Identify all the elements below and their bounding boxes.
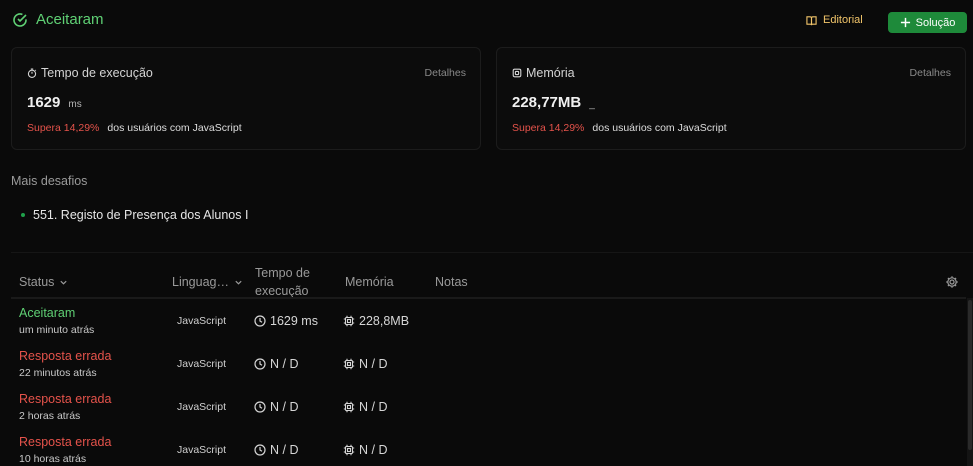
table-row[interactable]: Resposta errada 10 horas atrás JavaScrip… <box>11 428 966 466</box>
cpu-icon <box>343 444 355 456</box>
clock-icon <box>254 358 266 370</box>
row-time-ago: 2 horas atrás <box>19 410 81 422</box>
challenge-link[interactable]: 551. Registo de Presença dos Alunos I <box>21 208 248 222</box>
row-status[interactable]: Resposta errada <box>19 349 111 363</box>
chevron-down-icon <box>235 280 242 285</box>
row-status[interactable]: Resposta errada <box>19 435 111 449</box>
table-row[interactable]: Resposta errada 2 horas atrás JavaScript… <box>11 385 966 428</box>
table-row[interactable]: Aceitaram um minuto atrás JavaScript 162… <box>11 299 966 342</box>
column-header-runtime: Tempo de execução <box>255 264 310 300</box>
column-header-status[interactable]: Status <box>19 275 68 289</box>
memory-unit: _ <box>589 99 595 110</box>
row-language: JavaScript <box>177 401 227 413</box>
memory-beats-text: dos usuários com JavaScript <box>592 122 727 134</box>
editorial-label: Editorial <box>823 14 863 26</box>
clock-icon <box>254 444 266 456</box>
memory-card: Memória Detalhes 228,77MB _ Supera 14,29… <box>496 47 966 150</box>
row-memory: N / D <box>343 357 387 371</box>
row-runtime-value: N / D <box>270 357 299 371</box>
solution-button[interactable]: Solução <box>888 12 967 33</box>
row-memory-value: 228,8MB <box>359 314 410 328</box>
column-header-runtime-line1: Tempo de <box>255 266 310 280</box>
row-runtime: N / D <box>254 443 298 457</box>
table-row[interactable]: Resposta errada 22 minutos atrás JavaScr… <box>11 342 966 385</box>
bullet-dot <box>21 213 25 217</box>
row-memory-value: N / D <box>359 443 388 457</box>
chip-icon <box>512 68 522 78</box>
check-circle-icon <box>13 12 27 27</box>
column-header-status-label: Status <box>19 275 55 289</box>
row-language: JavaScript <box>177 444 227 456</box>
memory-details-link[interactable]: Detalhes <box>910 67 951 79</box>
clock-icon <box>254 315 266 327</box>
book-icon <box>806 15 817 25</box>
stopwatch-icon <box>27 68 37 78</box>
runtime-beats: Supera 14,29% dos usuários com JavaScrip… <box>27 122 242 134</box>
memory-number: 228,77MB <box>512 94 582 111</box>
row-runtime: N / D <box>254 400 298 414</box>
row-time-ago: 10 horas atrás <box>19 453 87 465</box>
row-memory: 228,8MB <box>343 314 409 328</box>
row-time-ago: 22 minutos atrás <box>19 367 97 379</box>
clock-icon <box>254 401 266 413</box>
row-time-ago: um minuto atrás <box>19 324 95 336</box>
row-runtime-value: N / D <box>270 400 299 414</box>
cpu-icon <box>343 315 355 327</box>
runtime-card-title: Tempo de execução <box>27 66 153 80</box>
row-status[interactable]: Resposta errada <box>19 392 111 406</box>
row-memory: N / D <box>343 443 387 457</box>
gear-icon[interactable] <box>945 275 959 289</box>
row-runtime: N / D <box>254 357 298 371</box>
runtime-unit: ms <box>68 99 82 110</box>
row-memory-value: N / D <box>359 357 388 371</box>
runtime-beats-text: dos usuários com JavaScript <box>107 122 242 134</box>
chevron-down-icon <box>60 280 68 285</box>
memory-title-label: Memória <box>526 66 575 80</box>
column-header-notes: Notas <box>435 275 468 289</box>
row-memory: N / D <box>343 400 387 414</box>
runtime-beats-percent: Supera 14,29% <box>27 122 100 134</box>
row-memory-value: N / D <box>359 400 388 414</box>
solution-label: Solução <box>915 16 956 29</box>
row-language: JavaScript <box>177 315 227 327</box>
more-challenges-title: Mais desafios <box>11 174 88 188</box>
column-header-memory: Memória <box>345 275 394 289</box>
cpu-icon <box>343 401 355 413</box>
scrollbar-thumb[interactable] <box>968 300 972 450</box>
row-status[interactable]: Aceitaram <box>19 306 75 320</box>
submission-status-title: Aceitaram <box>12 11 104 28</box>
memory-card-title: Memória <box>512 66 575 80</box>
plus-icon <box>900 17 910 28</box>
runtime-title-label: Tempo de execução <box>41 66 153 80</box>
row-runtime-value: 1629 ms <box>270 314 318 328</box>
column-header-language-label: Linguag… <box>172 275 229 289</box>
memory-beats: Supera 14,29% dos usuários com JavaScrip… <box>512 122 727 134</box>
runtime-card: Tempo de execução Detalhes 1629 ms Super… <box>11 47 481 150</box>
row-runtime: 1629 ms <box>254 314 318 328</box>
challenge-label: 551. Registo de Presença dos Alunos I <box>33 208 249 222</box>
status-label: Aceitaram <box>36 11 104 28</box>
memory-beats-percent: Supera 14,29% <box>512 122 585 134</box>
row-language: JavaScript <box>177 358 227 370</box>
row-runtime-value: N / D <box>270 443 299 457</box>
cpu-icon <box>343 358 355 370</box>
runtime-value: 1629 ms <box>27 94 82 111</box>
runtime-number: 1629 <box>27 94 61 111</box>
section-divider <box>11 252 973 253</box>
memory-value: 228,77MB _ <box>512 94 595 111</box>
editorial-button[interactable]: Editorial <box>806 14 863 26</box>
column-header-language[interactable]: Linguag… <box>172 275 243 289</box>
runtime-details-link[interactable]: Detalhes <box>425 67 466 79</box>
